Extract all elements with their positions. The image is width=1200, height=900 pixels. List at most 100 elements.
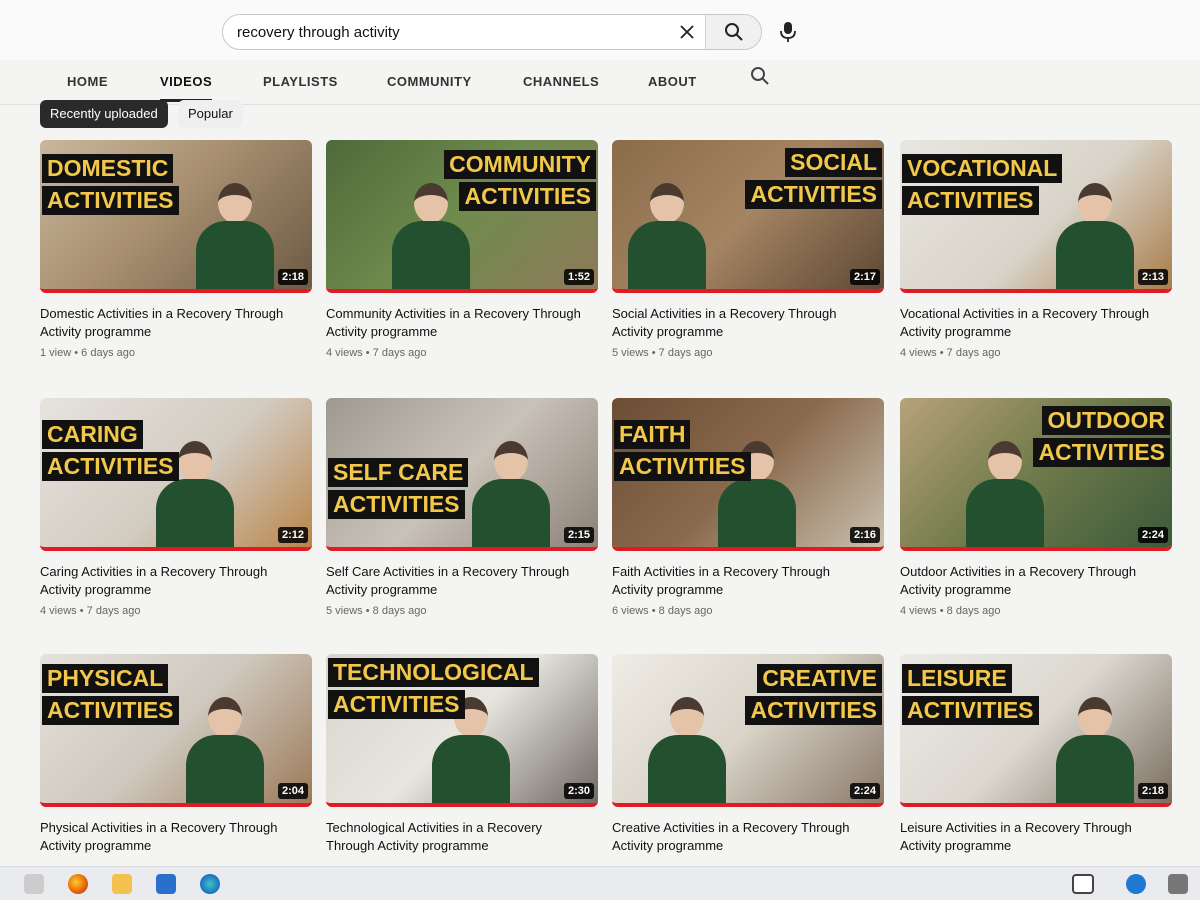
view-count: 4 views: [40, 605, 77, 617]
thumbnail-caption-line: ACTIVITIES: [328, 490, 465, 519]
meta-separator: •: [648, 605, 659, 617]
thumbnail-caption: OUTDOOR ACTIVITIES: [1033, 406, 1170, 467]
video-thumbnail[interactable]: TECHNOLOGICAL ACTIVITIES 2:30: [326, 654, 598, 807]
search-input[interactable]: recovery through activity: [223, 24, 669, 41]
thumbnail-caption: VOCATIONAL ACTIVITIES: [902, 154, 1063, 215]
video-meta: 6 views • 8 days ago: [612, 605, 884, 617]
video-title[interactable]: Domestic Activities in a Recovery Throug…: [40, 305, 298, 341]
presenter-figure: [1050, 697, 1140, 803]
presenter-figure: [1050, 183, 1140, 289]
channel-search-button[interactable]: [750, 66, 772, 88]
video-thumbnail[interactable]: COMMUNITY ACTIVITIES 1:52: [326, 140, 598, 293]
thumbnail-caption-line: ACTIVITIES: [459, 182, 596, 211]
thumbnail-caption-line: COMMUNITY: [444, 150, 596, 179]
presenter-figure: [190, 183, 280, 289]
video-title[interactable]: Outdoor Activities in a Recovery Through…: [900, 563, 1158, 599]
video-card[interactable]: VOCATIONAL ACTIVITIES 2:13 Vocational Activ…: [900, 140, 1172, 359]
video-thumbnail[interactable]: DOMESTIC ACTIVITIES 2:18: [40, 140, 312, 293]
upload-age: 7 days ago: [86, 605, 141, 617]
video-card[interactable]: CARING ACTIVITIES 2:12 Caring Activities in…: [40, 398, 312, 617]
thumbnail-caption-line: ACTIVITIES: [42, 452, 179, 481]
tab-home[interactable]: HOME: [67, 62, 108, 102]
video-meta: 1 view • 6 days ago: [40, 347, 312, 359]
video-title[interactable]: Leisure Activities in a Recovery Through…: [900, 819, 1158, 855]
video-thumbnail[interactable]: LEISURE ACTIVITIES 2:18: [900, 654, 1172, 807]
video-thumbnail[interactable]: SELF CARE ACTIVITIES 2:15: [326, 398, 598, 551]
video-card[interactable]: SOCIAL ACTIVITIES 2:17 Social Activities in…: [612, 140, 884, 359]
video-duration: 2:17: [849, 269, 880, 285]
video-thumbnail[interactable]: OUTDOOR ACTIVITIES 2:24: [900, 398, 1172, 551]
presenter-figure: [466, 441, 556, 547]
thumbnail-caption-line: CARING: [42, 420, 143, 449]
video-thumbnail[interactable]: FAITH ACTIVITIES 2:16: [612, 398, 884, 551]
thumbnail-caption-line: DOMESTIC: [42, 154, 174, 183]
presenter-figure: [180, 697, 270, 803]
view-count: 5 views: [612, 347, 649, 359]
video-title[interactable]: Caring Activities in a Recovery Through …: [40, 563, 298, 599]
tab-videos[interactable]: VIDEOS: [160, 62, 213, 102]
search-icon: [724, 23, 743, 41]
task-view-icon[interactable]: [24, 874, 44, 894]
clear-search-button[interactable]: [669, 15, 705, 49]
tab-channels[interactable]: CHANNELS: [523, 62, 599, 102]
video-thumbnail[interactable]: SOCIAL ACTIVITIES 2:17: [612, 140, 884, 293]
video-thumbnail[interactable]: CREATIVE ACTIVITIES 2:24: [612, 654, 884, 807]
video-card[interactable]: PHYSICAL ACTIVITIES 2:04 Physical Activitie…: [40, 654, 312, 855]
firefox-icon[interactable]: [68, 874, 88, 894]
mail-icon[interactable]: [156, 874, 176, 894]
network-icon[interactable]: [1168, 874, 1188, 894]
top-bar: recovery through activity: [0, 0, 1200, 60]
video-meta: 4 views • 7 days ago: [40, 605, 312, 617]
thumbnail-caption-line: CREATIVE: [757, 664, 882, 693]
edge-icon[interactable]: [200, 874, 220, 894]
video-card[interactable]: LEISURE ACTIVITIES 2:18 Leisure Activities …: [900, 654, 1172, 855]
video-title[interactable]: Physical Activities in a Recovery Throug…: [40, 819, 298, 855]
video-card[interactable]: OUTDOOR ACTIVITIES 2:24 Outdoor Activities …: [900, 398, 1172, 617]
news-widget-icon[interactable]: [1072, 874, 1094, 894]
video-card[interactable]: COMMUNITY ACTIVITIES 1:52 Community Activit…: [326, 140, 598, 359]
search-button[interactable]: [705, 15, 761, 49]
thumbnail-caption-line: LEISURE: [902, 664, 1012, 693]
video-title[interactable]: Technological Activities in a Recovery T…: [326, 819, 584, 855]
video-title[interactable]: Vocational Activities in a Recovery Thro…: [900, 305, 1158, 341]
search-box[interactable]: recovery through activity: [222, 14, 762, 50]
video-title[interactable]: Faith Activities in a Recovery Through A…: [612, 563, 870, 599]
tab-community[interactable]: COMMUNITY: [387, 62, 472, 102]
chip-recently-uploaded[interactable]: Recently uploaded: [40, 100, 168, 128]
thumbnail-caption-line: ACTIVITIES: [614, 452, 751, 481]
video-duration: 2:13: [1137, 269, 1168, 285]
video-card[interactable]: TECHNOLOGICAL ACTIVITIES 2:30 Technological…: [326, 654, 598, 855]
video-title[interactable]: Creative Activities in a Recovery Throug…: [612, 819, 870, 855]
video-thumbnail[interactable]: CARING ACTIVITIES 2:12: [40, 398, 312, 551]
presenter-figure: [642, 697, 732, 803]
video-title[interactable]: Self Care Activities in a Recovery Throu…: [326, 563, 584, 599]
onedrive-icon[interactable]: [1126, 874, 1146, 894]
video-duration: 2:15: [563, 527, 594, 543]
meta-separator: •: [648, 347, 659, 359]
thumbnail-caption-line: PHYSICAL: [42, 664, 169, 693]
thumbnail-caption: SELF CARE ACTIVITIES: [328, 458, 469, 519]
video-meta: 4 views • 7 days ago: [900, 347, 1172, 359]
tab-playlists[interactable]: PLAYLISTS: [263, 62, 338, 102]
video-thumbnail[interactable]: PHYSICAL ACTIVITIES 2:04: [40, 654, 312, 807]
video-card[interactable]: DOMESTIC ACTIVITIES 2:18 Domestic Activitie…: [40, 140, 312, 359]
video-title[interactable]: Social Activities in a Recovery Through …: [612, 305, 870, 341]
thumbnail-caption: COMMUNITY ACTIVITIES: [444, 150, 596, 211]
upload-age: 8 days ago: [946, 605, 1001, 617]
thumbnail-caption-line: ACTIVITIES: [42, 186, 179, 215]
meta-separator: •: [362, 605, 373, 617]
file-explorer-icon[interactable]: [112, 874, 132, 894]
video-title[interactable]: Community Activities in a Recovery Throu…: [326, 305, 584, 341]
voice-search-button[interactable]: [776, 18, 800, 46]
view-count: 4 views: [326, 347, 363, 359]
video-card[interactable]: FAITH ACTIVITIES 2:16 Faith Activities in a…: [612, 398, 884, 617]
video-duration: 2:24: [1137, 527, 1168, 543]
video-thumbnail[interactable]: VOCATIONAL ACTIVITIES 2:13: [900, 140, 1172, 293]
video-card[interactable]: SELF CARE ACTIVITIES 2:15 Self Care Activit…: [326, 398, 598, 617]
video-card[interactable]: CREATIVE ACTIVITIES 2:24 Creative Activitie…: [612, 654, 884, 855]
tab-about[interactable]: ABOUT: [648, 62, 697, 102]
chip-popular[interactable]: Popular: [178, 100, 243, 128]
upload-age: 7 days ago: [658, 347, 713, 359]
video-duration: 2:12: [277, 527, 308, 543]
thumbnail-caption: SOCIAL ACTIVITIES: [745, 148, 882, 209]
